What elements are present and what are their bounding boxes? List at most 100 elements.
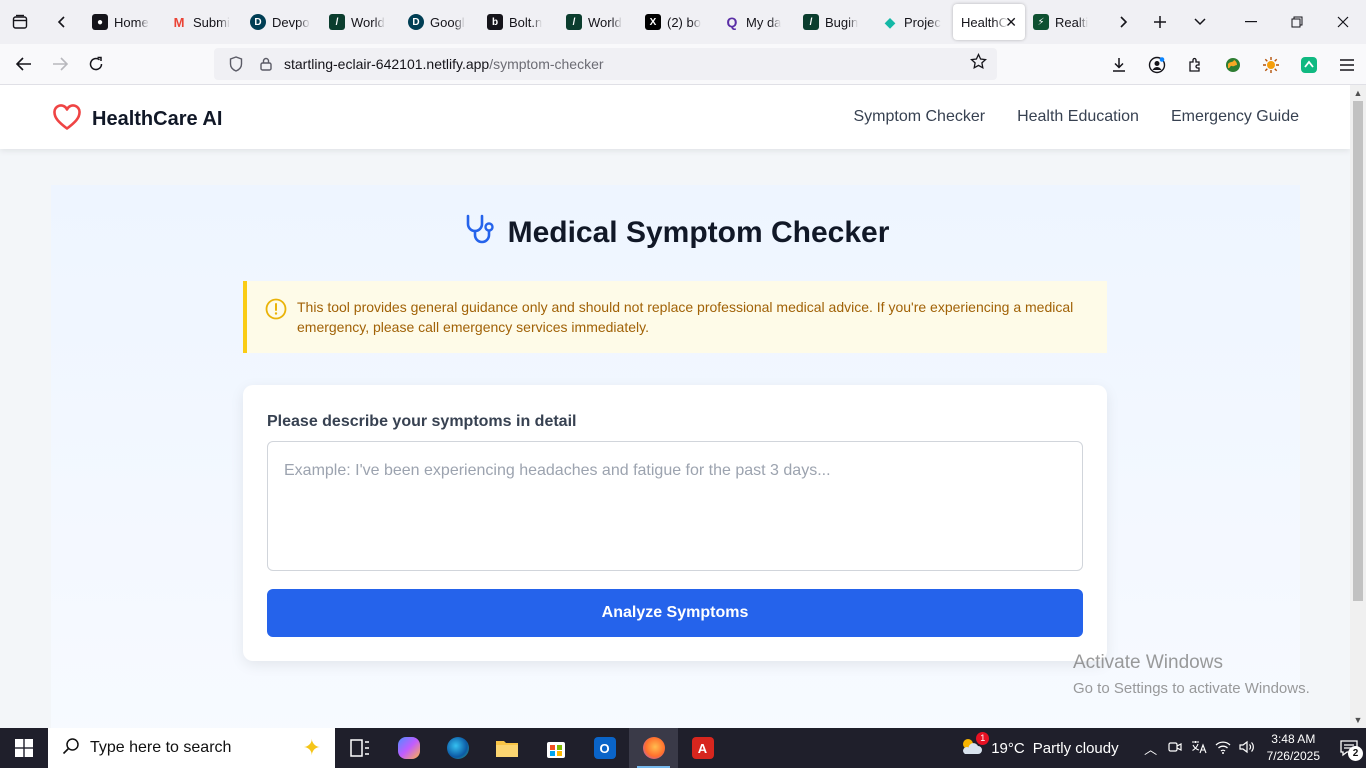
browser-tab-1[interactable]: M Submi — [163, 4, 242, 40]
browser-tab-12[interactable]: ⚡ Realti — [1025, 4, 1104, 40]
clock-date: 7/26/2025 — [1266, 749, 1320, 763]
edge-browser-icon[interactable] — [433, 728, 482, 768]
site-header: HealthCare AI Symptom Checker Health Edu… — [0, 85, 1350, 149]
browser-tab-0[interactable]: ● Home — [84, 4, 163, 40]
scroll-tabs-right-icon[interactable] — [1108, 0, 1138, 44]
stethoscope-icon — [462, 213, 496, 252]
taskbar-search-box[interactable]: Type here to search ✦ — [48, 728, 335, 768]
scroll-up-icon[interactable]: ▲ — [1350, 85, 1366, 101]
site-logo[interactable]: HealthCare AI — [52, 103, 222, 136]
forward-button[interactable] — [42, 46, 78, 82]
meet-now-icon[interactable] — [1163, 740, 1187, 757]
notification-center-icon[interactable]: 2 — [1332, 728, 1366, 768]
copilot-sparkle-icon[interactable]: ✦ — [303, 735, 321, 761]
wifi-icon[interactable] — [1211, 740, 1235, 757]
browser-tab-8[interactable]: Q My da — [716, 4, 795, 40]
scroll-tabs-left-icon[interactable] — [40, 0, 84, 44]
volume-icon[interactable] — [1235, 740, 1259, 757]
site-nav: Symptom Checker Health Education Emergen… — [853, 85, 1299, 149]
sun-extension-icon[interactable] — [1252, 47, 1290, 83]
browser-tab-4[interactable]: D Googl — [400, 4, 479, 40]
app-menu-icon[interactable] — [1328, 47, 1366, 83]
search-placeholder: Type here to search — [90, 739, 232, 756]
reload-button[interactable] — [78, 46, 114, 82]
input-language-icon[interactable] — [1187, 740, 1211, 757]
analyze-symptoms-button[interactable]: Analyze Symptoms — [267, 589, 1083, 637]
search-icon — [62, 737, 80, 760]
tab-label: Submi — [193, 14, 230, 30]
page-scrollbar[interactable]: ▲ ▼ — [1350, 85, 1366, 728]
browser-tab-2[interactable]: D Devpo — [242, 4, 321, 40]
close-tab-icon[interactable]: ✕ — [1005, 14, 1017, 31]
watermark-subtitle: Go to Settings to activate Windows. — [1073, 680, 1310, 697]
page-title-row: Medical Symptom Checker — [51, 213, 1300, 252]
pulse-icon: ⚡ — [1033, 14, 1049, 30]
tab-label: World — [588, 14, 622, 30]
acrobat-icon[interactable]: A — [678, 728, 727, 768]
bolt-icon: b — [487, 14, 503, 30]
file-explorer-icon[interactable] — [482, 728, 531, 768]
browser-toolbar: startling-eclair-642101.netlify.app/symp… — [0, 44, 1366, 85]
scrollbar-thumb[interactable] — [1353, 101, 1363, 601]
notification-count-badge: 2 — [1348, 746, 1363, 761]
tab-overview-icon[interactable] — [0, 0, 40, 44]
github-icon: ● — [92, 14, 108, 30]
nav-health-education[interactable]: Health Education — [1017, 108, 1139, 126]
tab-list: ● Home M Submi D Devpo / World D Googl b Bolt.n / Wor… — [84, 0, 1104, 44]
symptom-checker-section: Medical Symptom Checker This tool provid… — [51, 185, 1300, 728]
restore-window-icon[interactable] — [1274, 0, 1320, 44]
partly-cloudy-icon: 1 — [959, 732, 990, 760]
browser-tab-5[interactable]: b Bolt.n — [479, 4, 558, 40]
outlook-icon[interactable]: O — [580, 728, 629, 768]
windows-start-icon[interactable] — [0, 728, 48, 768]
browser-tab-9[interactable]: / Bugin — [795, 4, 874, 40]
new-tab-icon[interactable] — [1138, 0, 1182, 44]
watermark-title: Activate Windows — [1073, 652, 1223, 673]
tab-label: Bolt.n — [509, 14, 543, 30]
disclaimer-text: This tool provides general guidance only… — [297, 299, 1074, 335]
nav-emergency-guide[interactable]: Emergency Guide — [1171, 108, 1299, 126]
q-icon: Q — [726, 14, 738, 30]
x-icon: X — [645, 14, 661, 30]
disclaimer-alert: This tool provides general guidance only… — [243, 281, 1107, 353]
globe-extension-icon[interactable] — [1214, 47, 1252, 83]
scroll-down-icon[interactable]: ▼ — [1350, 712, 1366, 728]
tab-label: HealthC — [961, 14, 1008, 30]
browser-tab-6[interactable]: / World — [558, 4, 637, 40]
tracking-protection-icon[interactable] — [224, 56, 248, 72]
symptoms-textarea[interactable] — [267, 441, 1083, 571]
symptom-form-card: Please describe your symptoms in detail … — [243, 385, 1107, 661]
browser-tab-3[interactable]: / World — [321, 4, 400, 40]
lock-icon[interactable] — [254, 57, 278, 71]
system-tray: 1 19°C Partly cloudy ︿ 3:48 AM 7/26/2025… — [959, 728, 1366, 768]
browser-tab-10[interactable]: ◆ Projec — [874, 4, 953, 40]
nav-symptom-checker[interactable]: Symptom Checker — [853, 108, 985, 126]
firefox-icon[interactable] — [629, 728, 678, 768]
downloads-icon[interactable] — [1100, 47, 1138, 83]
browser-tab-7[interactable]: X (2) bo — [637, 4, 716, 40]
extensions-icon[interactable] — [1176, 47, 1214, 83]
close-window-icon[interactable] — [1320, 0, 1366, 44]
world-icon: / — [329, 14, 345, 30]
symptoms-label: Please describe your symptoms in detail — [267, 413, 577, 430]
green-extension-icon[interactable] — [1290, 47, 1328, 83]
back-button[interactable] — [6, 46, 42, 82]
account-icon[interactable] — [1138, 47, 1176, 83]
tab-label: Devpo — [272, 14, 310, 30]
tab-label: Projec — [904, 14, 941, 30]
browser-tab-strip: ● Home M Submi D Devpo / World D Googl b Bolt.n / Wor… — [0, 0, 1366, 44]
tab-label: (2) bo — [667, 14, 701, 30]
bookmark-star-icon[interactable] — [970, 52, 987, 75]
browser-tab-11[interactable]: HealthC ✕ — [953, 4, 1025, 40]
url-bar[interactable]: startling-eclair-642101.netlify.app/symp… — [214, 48, 997, 80]
task-view-icon[interactable] — [335, 728, 384, 768]
system-clock[interactable]: 3:48 AM 7/26/2025 — [1267, 731, 1320, 765]
list-all-tabs-icon[interactable] — [1182, 0, 1218, 44]
weather-widget[interactable]: 1 19°C Partly cloudy — [959, 732, 1119, 760]
show-hidden-icons-chevron-icon[interactable]: ︿ — [1139, 739, 1163, 758]
microsoft-store-icon[interactable] — [531, 728, 580, 768]
copilot-app-icon[interactable] — [384, 728, 433, 768]
minimize-window-icon[interactable] — [1228, 0, 1274, 44]
weather-alert-badge: 1 — [976, 732, 990, 745]
windows-taskbar: Type here to search ✦ O A 1 19°C Partly … — [0, 728, 1366, 768]
